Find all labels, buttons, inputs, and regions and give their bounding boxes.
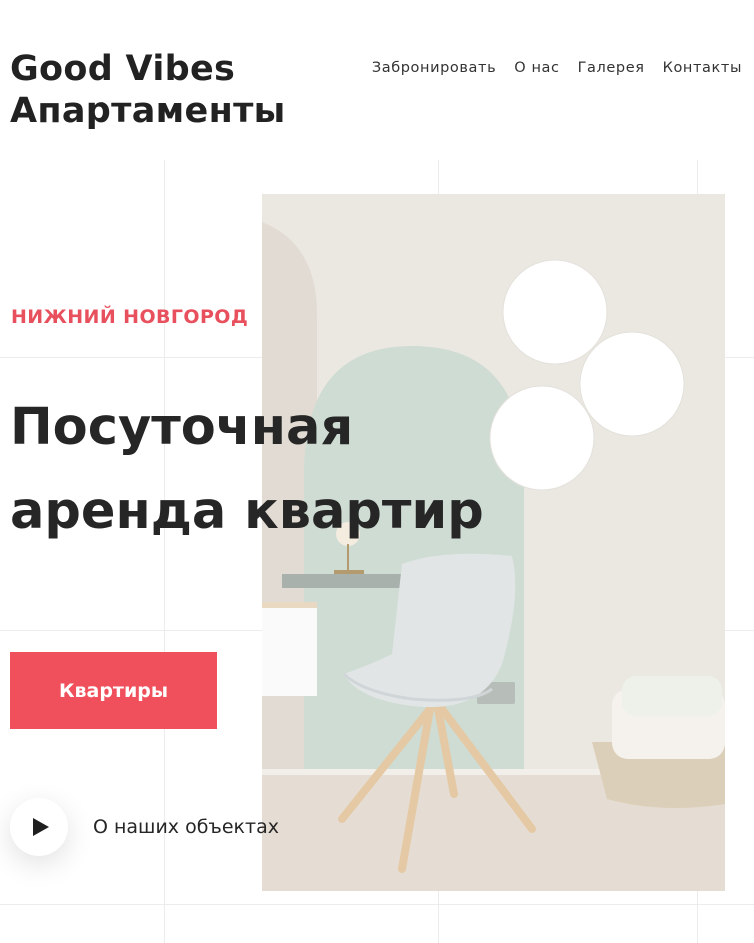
nav-link-book[interactable]: Забронировать <box>372 60 496 76</box>
site-logo[interactable]: Good Vibes Апартаменты <box>10 48 350 132</box>
logo-line-1: Good Vibes <box>10 49 236 89</box>
play-icon <box>32 818 49 836</box>
headline-line-1: Посуточная <box>10 398 354 457</box>
city-label: НИЖНИЙ НОВГОРОД <box>11 306 249 328</box>
main-nav: Забронировать О нас Галерея Контакты <box>372 60 742 76</box>
hero-headline: Посуточная аренда квартир <box>10 386 530 554</box>
nav-link-gallery[interactable]: Галерея <box>578 60 645 76</box>
about-video-link[interactable]: О наших объектах <box>10 798 279 856</box>
grid-line <box>0 904 754 905</box>
headline-line-2: аренда квартир <box>10 482 484 541</box>
logo-line-2: Апартаменты <box>10 91 286 131</box>
nav-link-about[interactable]: О нас <box>514 60 559 76</box>
nav-link-contacts[interactable]: Контакты <box>663 60 742 76</box>
apartments-button[interactable]: Квартиры <box>10 652 217 729</box>
video-label: О наших объектах <box>93 816 279 838</box>
play-button[interactable] <box>10 798 68 856</box>
